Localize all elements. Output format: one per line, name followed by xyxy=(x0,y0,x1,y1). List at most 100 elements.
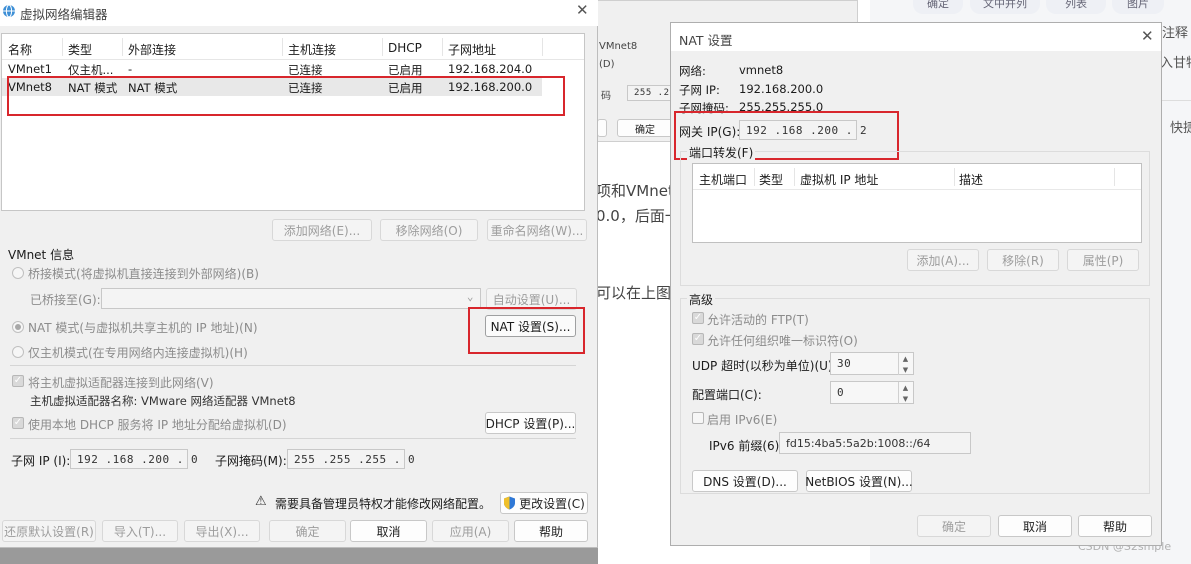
virtual-network-editor-window: 虚拟网络编辑器 ✕ 名称 类型 外部连接 主机连接 DHCP 子网地址 VMne… xyxy=(0,0,598,548)
col-divider xyxy=(794,168,795,186)
rename-network-button[interactable]: 重命名网络(W)... xyxy=(487,219,587,241)
bg-right-divider xyxy=(1158,100,1191,101)
dhcp-settings-button[interactable]: DHCP 设置(P)... xyxy=(485,412,576,434)
network-list[interactable]: 名称 类型 外部连接 主机连接 DHCP 子网地址 VMnet1 仅主机... … xyxy=(1,33,585,211)
apply-button[interactable]: 应用(A) xyxy=(432,520,509,542)
cell: VMnet1 xyxy=(8,62,52,76)
pf-add-button[interactable]: 添加(A)... xyxy=(907,249,979,271)
bridge-mode-radio[interactable] xyxy=(12,267,24,279)
col-external[interactable]: 外部连接 xyxy=(128,41,176,58)
bg-ok-button[interactable]: 确定 xyxy=(617,119,673,137)
allow-ftp-label: 允许活动的 FTP(T) xyxy=(707,313,809,327)
vne-title: 虚拟网络编辑器 xyxy=(20,7,108,22)
config-port-label: 配置端口(C): xyxy=(692,388,762,402)
nat-close-icon[interactable]: ✕ xyxy=(1141,27,1154,45)
subnet-ip-field[interactable]: 192 .168 .200 . 0 xyxy=(70,449,198,469)
warning-icon: ⚠ xyxy=(255,494,267,509)
config-port-stepper[interactable]: ▲ ▼ xyxy=(898,382,912,404)
help-button[interactable]: 帮助 xyxy=(514,520,588,542)
bg-right-word-2: 入甘特 xyxy=(1160,56,1191,71)
stepper-down-icon[interactable]: ▼ xyxy=(903,395,908,403)
col-divider xyxy=(382,38,383,56)
chevron-down-icon: ⌄ xyxy=(466,290,474,303)
subnet-ip-label: 子网 IP (I): xyxy=(11,454,71,468)
enable-ipv6-checkbox[interactable]: ✓ xyxy=(692,412,704,424)
export-button[interactable]: 导出(X)... xyxy=(184,520,260,542)
bg-chip-3[interactable]: 列表 xyxy=(1046,0,1106,14)
remove-network-button[interactable]: 移除网络(O) xyxy=(380,219,478,241)
host-only-label: 仅主机模式(在专用网络内连接虚拟机)(H) xyxy=(28,346,248,360)
change-settings-label: 更改设置(C) xyxy=(519,496,585,511)
nat-help-button[interactable]: 帮助 xyxy=(1078,515,1152,537)
bg-net-label: VMnet8 xyxy=(599,41,638,52)
stepper-up-icon[interactable]: ▲ xyxy=(903,355,908,363)
admin-note: 需要具备管理员特权才能修改网络配置。 xyxy=(275,497,492,511)
col-type[interactable]: 类型 xyxy=(68,41,92,58)
bg-chip-1[interactable]: 确定 xyxy=(913,0,963,14)
pf-properties-button[interactable]: 属性(P) xyxy=(1067,249,1139,271)
article-text-1: 项和VMnet xyxy=(596,182,674,200)
bg-field-label: 码 xyxy=(601,91,611,102)
nat-settings-window: NAT 设置 ✕ 网络: vmnet8 子网 IP: 192.168.200.0… xyxy=(670,22,1162,546)
cell: 192.168.204.0 xyxy=(448,62,533,76)
stepper-up-icon[interactable]: ▲ xyxy=(903,384,908,392)
ok-button[interactable]: 确定 xyxy=(269,520,346,542)
bg-letter: (D) xyxy=(599,59,615,70)
stepper-down-icon[interactable]: ▼ xyxy=(903,366,908,374)
allow-ftp-checkbox[interactable]: ✓ xyxy=(692,312,704,324)
connect-adapter-label: 将主机虚拟适配器连接到此网络(V) xyxy=(28,376,214,390)
divider xyxy=(10,365,576,366)
port-forward-list[interactable]: 主机端口 类型 虚拟机 IP 地址 描述 xyxy=(692,163,1142,243)
import-button[interactable]: 导入(T)... xyxy=(102,520,178,542)
col-dhcp[interactable]: DHCP xyxy=(388,41,422,55)
network-value: vmnet8 xyxy=(739,63,784,77)
col-host[interactable]: 主机连接 xyxy=(288,41,336,58)
col-divider xyxy=(62,38,63,56)
change-settings-button[interactable]: 更改设置(C) xyxy=(500,492,588,514)
bg-chip-2[interactable]: 文中并列 xyxy=(970,0,1040,14)
nat-ok-button[interactable]: 确定 xyxy=(917,515,991,537)
bg-chip-4[interactable]: 图片 xyxy=(1112,0,1164,14)
col-name[interactable]: 名称 xyxy=(8,41,32,58)
nat-subnet-ip-label: 子网 IP: xyxy=(679,83,720,97)
ipv6-prefix-field[interactable]: fd15:4ba5:5a2b:1008::/64 xyxy=(779,432,971,454)
subnet-mask-field[interactable]: 255 .255 .255 . 0 xyxy=(287,449,415,469)
adapter-name: 主机虚拟适配器名称: VMware 网络适配器 VMnet8 xyxy=(30,394,296,408)
pf-col-desc[interactable]: 描述 xyxy=(959,171,983,188)
enable-ipv6-label: 启用 IPv6(E) xyxy=(707,413,778,427)
dns-settings-button[interactable]: DNS 设置(D)... xyxy=(692,470,798,492)
nat-mode-radio[interactable] xyxy=(12,321,24,333)
col-divider xyxy=(954,168,955,186)
ipv6-prefix-label: IPv6 前缀(6): xyxy=(709,439,784,453)
col-subnet[interactable]: 子网地址 xyxy=(448,41,496,58)
pf-col-host-port[interactable]: 主机端口 xyxy=(699,171,747,188)
add-network-button[interactable]: 添加网络(E)... xyxy=(272,219,372,241)
col-divider xyxy=(282,38,283,56)
cell: - xyxy=(128,62,133,76)
col-divider xyxy=(1114,168,1115,186)
article-text-2: 0.0，后面一 xyxy=(596,207,680,225)
nat-title: NAT 设置 xyxy=(679,33,733,48)
use-dhcp-checkbox[interactable]: ✓ xyxy=(12,417,24,429)
bridged-to-select[interactable]: ⌄ xyxy=(101,288,481,309)
netbios-settings-button[interactable]: NetBIOS 设置(N)... xyxy=(805,470,913,492)
col-divider xyxy=(122,38,123,56)
bg-right-word-1: 注释 xyxy=(1162,26,1189,41)
connect-adapter-checkbox[interactable]: ✓ xyxy=(12,375,24,387)
allow-oui-label: 允许任何组织唯一标识符(O) xyxy=(707,334,858,348)
pf-remove-button[interactable]: 移除(R) xyxy=(987,249,1059,271)
pf-col-type[interactable]: 类型 xyxy=(759,171,783,188)
globe-icon xyxy=(3,4,15,18)
vmnet-info-heading: VMnet 信息 xyxy=(8,248,75,262)
nat-cancel-button[interactable]: 取消 xyxy=(998,515,1072,537)
restore-defaults-button[interactable]: 还原默认设置(R) xyxy=(2,520,96,542)
cancel-button[interactable]: 取消 xyxy=(350,520,427,542)
pf-col-vm-ip[interactable]: 虚拟机 IP 地址 xyxy=(800,171,878,188)
bridge-mode-label: 桥接模式(将虚拟机直接连接到外部网络)(B) xyxy=(28,267,259,281)
col-divider xyxy=(542,38,543,56)
allow-oui-checkbox[interactable]: ✓ xyxy=(692,333,704,345)
udp-stepper[interactable]: ▲ ▼ xyxy=(898,353,912,375)
bg-right-word-3: 快捷 xyxy=(1170,121,1191,136)
vne-close-icon[interactable]: ✕ xyxy=(576,1,589,19)
host-only-radio[interactable] xyxy=(12,346,24,358)
